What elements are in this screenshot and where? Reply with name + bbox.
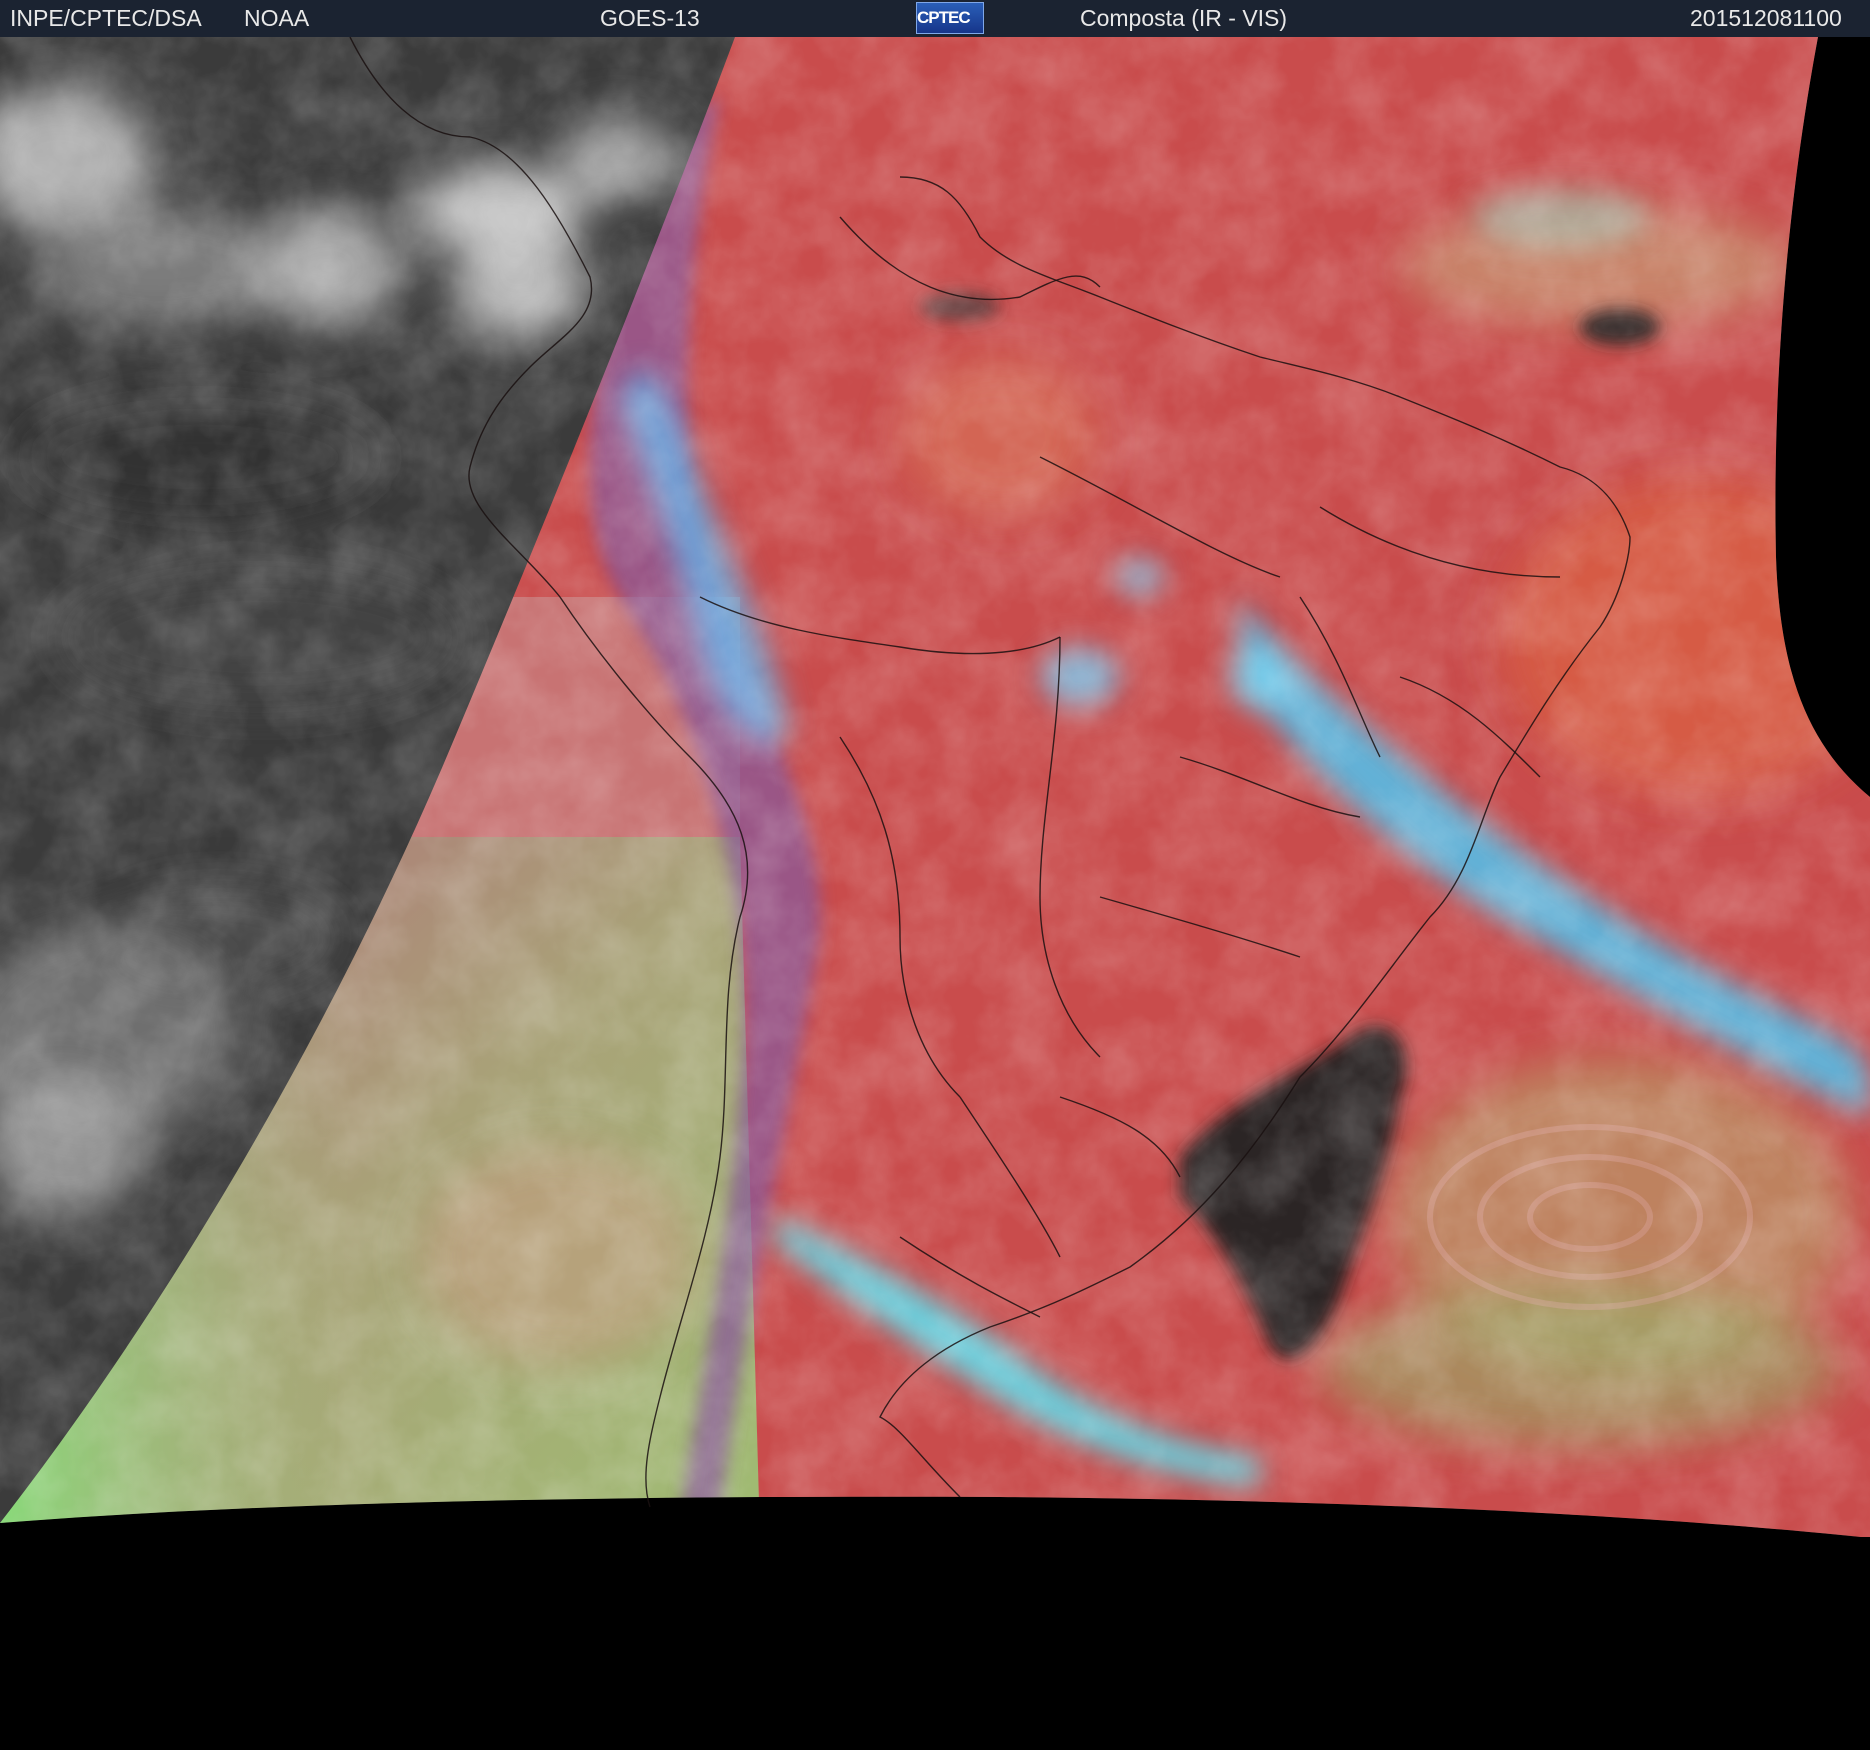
product-label: Composta (IR - VIS): [1080, 5, 1288, 31]
institution-label: INPE/CPTEC/DSA: [10, 5, 202, 31]
texture-overlay: [0, 37, 1870, 1537]
satellite-image: [0, 37, 1870, 1750]
cptec-logo: CPTEC: [916, 2, 984, 34]
header-bar: INPE/CPTEC/DSA NOAA GOES-13 CPTEC Compos…: [0, 0, 1870, 37]
timestamp-label: 201512081100: [1690, 5, 1842, 31]
satellite-label: GOES-13: [600, 5, 700, 31]
logo-text: CPTEC: [917, 8, 971, 27]
agency-label: NOAA: [244, 5, 310, 31]
